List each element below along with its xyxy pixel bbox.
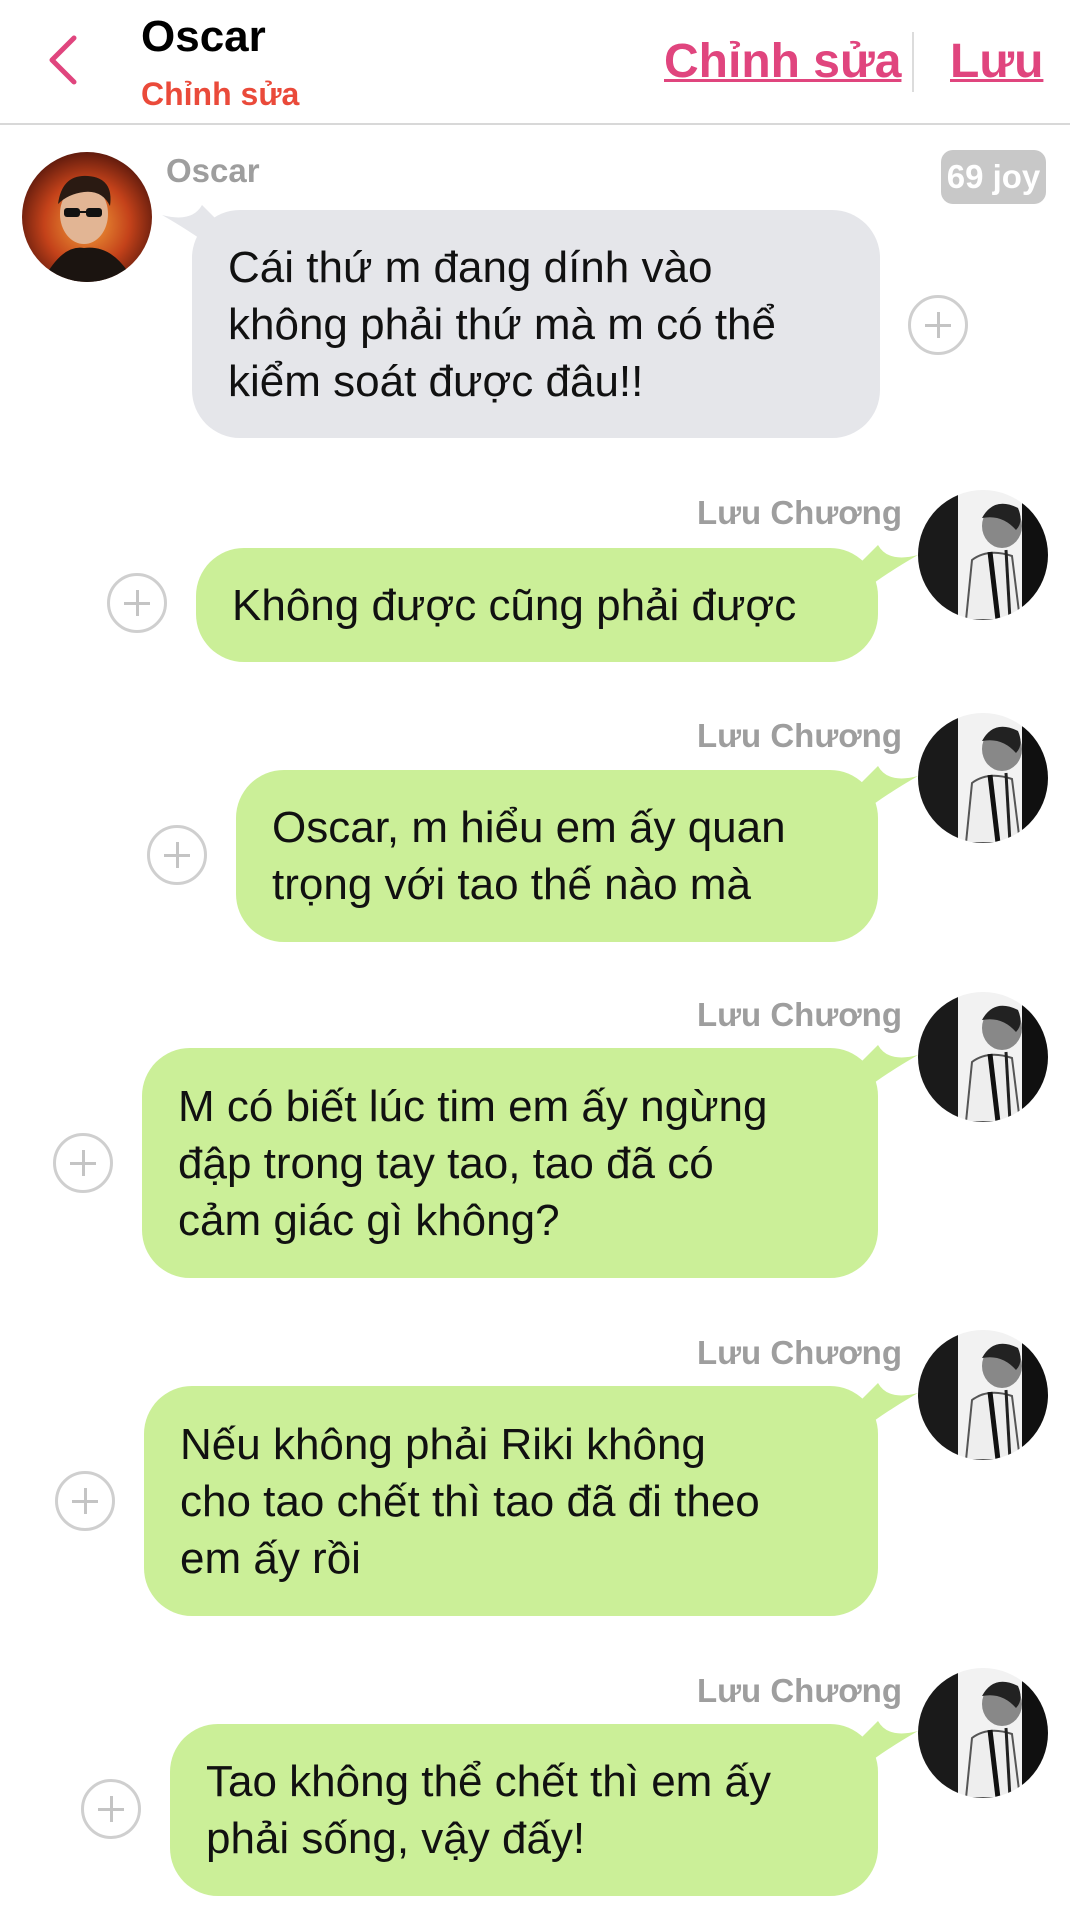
message-bubble-incoming[interactable]: Cái thứ m đang dính vào không phải thứ m…: [192, 210, 880, 438]
sender-name: Lưu Chương: [696, 1334, 902, 1371]
chevron-left-icon: [49, 35, 77, 85]
message-line: Nếu không phải Riki không: [180, 1419, 706, 1469]
message-bubble-outgoing[interactable]: M có biết lúc tim em ấy ngừng đập trong …: [142, 1048, 878, 1278]
avatar-oscar[interactable]: [22, 152, 152, 282]
chat-subtitle: Chỉnh sửa: [141, 76, 300, 112]
avatar-luu-chuong[interactable]: [918, 1330, 1048, 1460]
message-line: phải sống, vậy đấy!: [206, 1814, 586, 1863]
add-reaction-icon[interactable]: [55, 1471, 115, 1531]
save-button[interactable]: Lưu: [950, 34, 1043, 89]
message-line: Cái thứ m đang dính vào: [228, 242, 713, 292]
sender-name: Lưu Chương: [696, 717, 902, 754]
message-bubble-outgoing[interactable]: Oscar, m hiểu em ấy quan trọng với tao t…: [236, 770, 878, 942]
message-line: Không được cũng phải được: [232, 580, 797, 630]
add-reaction-icon[interactable]: [147, 825, 207, 885]
header-divider: [912, 32, 914, 92]
message-bubble-outgoing[interactable]: Không được cũng phải được: [196, 548, 878, 662]
add-reaction-icon[interactable]: [107, 573, 167, 633]
message-line: cho tao chết thì tao đã đi theo: [180, 1476, 760, 1526]
avatar-luu-chuong[interactable]: [918, 713, 1048, 843]
message-bubble-outgoing[interactable]: Tao không thể chết thì em ấy phải sống, …: [170, 1724, 878, 1896]
message-line: Oscar, m hiểu em ấy quan: [272, 803, 786, 852]
add-reaction-icon[interactable]: [81, 1779, 141, 1839]
message-line: Tao không thể chết thì em ấy: [206, 1757, 772, 1806]
message-bubble-outgoing[interactable]: Nếu không phải Riki không cho tao chết t…: [144, 1386, 878, 1616]
avatar-luu-chuong[interactable]: [918, 1668, 1048, 1798]
chat-header: Oscar Chỉnh sửa Chỉnh sửa Lưu: [0, 0, 1070, 125]
edit-button[interactable]: Chỉnh sửa: [664, 34, 901, 89]
sender-name: Oscar: [166, 152, 260, 189]
message-line: cảm giác gì không?: [178, 1195, 560, 1245]
message-line: M có biết lúc tim em ấy ngừng: [178, 1081, 768, 1131]
message-line: không phải thứ mà m có thể: [228, 299, 776, 349]
sender-name: Lưu Chương: [696, 996, 902, 1033]
add-reaction-icon[interactable]: [53, 1133, 113, 1193]
message-line: trọng với tao thế nào mà: [272, 860, 751, 909]
sender-name: Lưu Chương: [696, 1672, 902, 1709]
message-line: kiểm soát được đâu!!: [228, 356, 644, 406]
message-line: đập trong tay tao, tao đã có: [178, 1138, 714, 1188]
back-button[interactable]: [40, 30, 90, 90]
message-line: em ấy rồi: [180, 1533, 361, 1583]
chat-title: Oscar: [141, 12, 266, 61]
avatar-luu-chuong[interactable]: [918, 490, 1048, 620]
avatar-luu-chuong[interactable]: [918, 992, 1048, 1122]
sender-name: Lưu Chương: [696, 494, 902, 531]
reaction-badge: 69 joy: [941, 150, 1046, 204]
add-reaction-icon[interactable]: [908, 295, 968, 355]
